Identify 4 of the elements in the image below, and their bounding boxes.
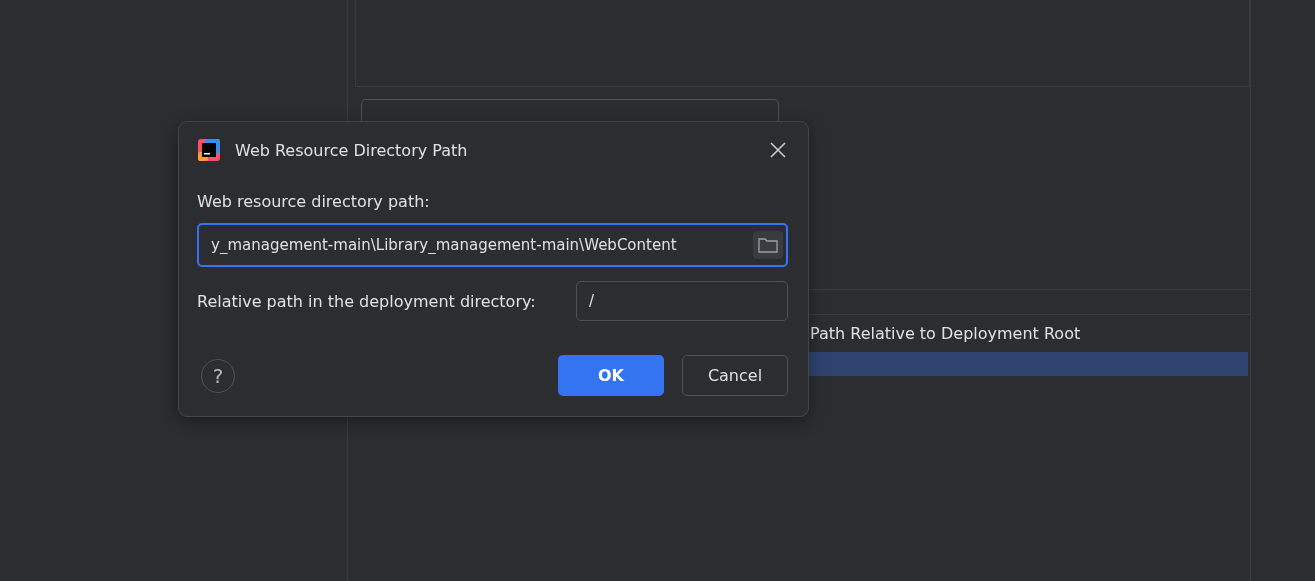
dialog-title: Web Resource Directory Path [235, 140, 469, 160]
column-header: Path Relative to Deployment Root [810, 324, 1081, 343]
field-label: Relative path in the deployment directory: [197, 291, 536, 311]
field-label: Web resource directory path: [197, 192, 430, 211]
